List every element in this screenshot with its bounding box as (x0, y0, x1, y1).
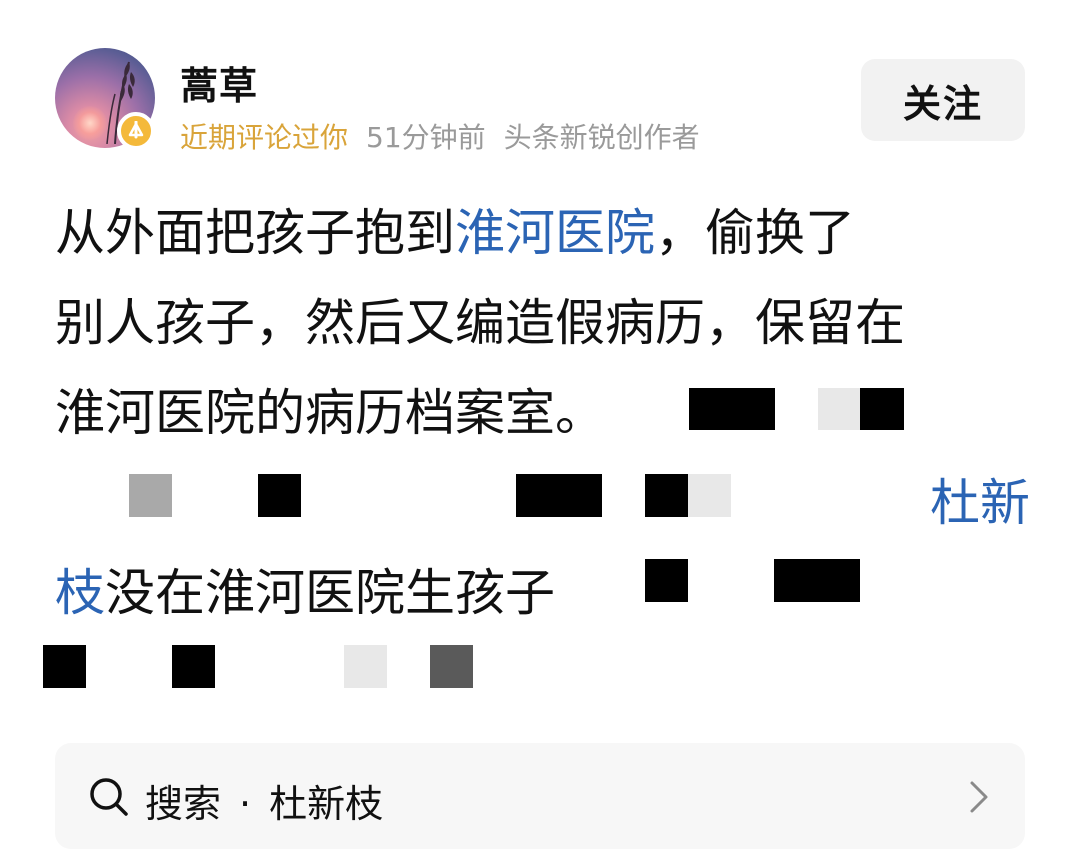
chevron-right-icon (970, 781, 988, 813)
censored-block (774, 559, 860, 602)
search-label: 搜索 (145, 782, 222, 826)
creator-badge-icon (117, 112, 155, 150)
post-header: 蒿草 近期评论过你 51分钟前 头条新锐创作者 关注 (0, 0, 1080, 170)
censored-block (129, 474, 172, 517)
censored-block (344, 645, 387, 688)
person-link[interactable]: 枝 (55, 564, 105, 622)
search-separator: · (239, 782, 252, 826)
content-text: ，偷换了 (655, 204, 855, 262)
censored-block (172, 645, 215, 688)
censored-block (688, 474, 731, 517)
author-name[interactable]: 蒿草 (180, 55, 258, 110)
related-search-bar[interactable]: 搜索 · 杜新枝 (55, 743, 1025, 849)
content-text: 没在淮河医院生孩子 (105, 564, 555, 622)
censored-block (258, 474, 301, 517)
post-time: 51分钟前 (366, 121, 486, 154)
content-line: 枝没在淮河医院生孩子 (55, 548, 1030, 638)
censored-block (645, 559, 688, 602)
censored-block (430, 645, 473, 688)
censored-block (818, 388, 860, 430)
content-text: 淮河医院的病历档案室。 (55, 384, 605, 442)
author-role: 头条新锐创作者 (503, 121, 700, 154)
content-line: 别人孩子，然后又编造假病历，保留在 (55, 278, 1030, 368)
censored-block (860, 388, 904, 430)
author-meta: 近期评论过你 51分钟前 头条新锐创作者 (180, 116, 700, 156)
content-line: 从外面把孩子抱到淮河医院，偷换了 (55, 188, 1030, 278)
censored-block (516, 474, 602, 517)
censored-block (43, 645, 86, 688)
content-text: 从外面把孩子抱到 (55, 204, 455, 262)
person-link[interactable]: 杜新 (930, 474, 1030, 532)
search-text: 搜索 · 杜新枝 (145, 773, 383, 828)
content-text: 别人孩子，然后又编造假病历，保留在 (55, 294, 905, 352)
censored-block (689, 388, 775, 430)
search-icon (90, 778, 128, 816)
commented-tag: 近期评论过你 (180, 121, 349, 154)
search-query: 杜新枝 (269, 782, 384, 826)
hospital-link[interactable]: 淮河医院 (455, 204, 655, 262)
censored-block (645, 474, 688, 517)
follow-button[interactable]: 关注 (861, 59, 1025, 141)
